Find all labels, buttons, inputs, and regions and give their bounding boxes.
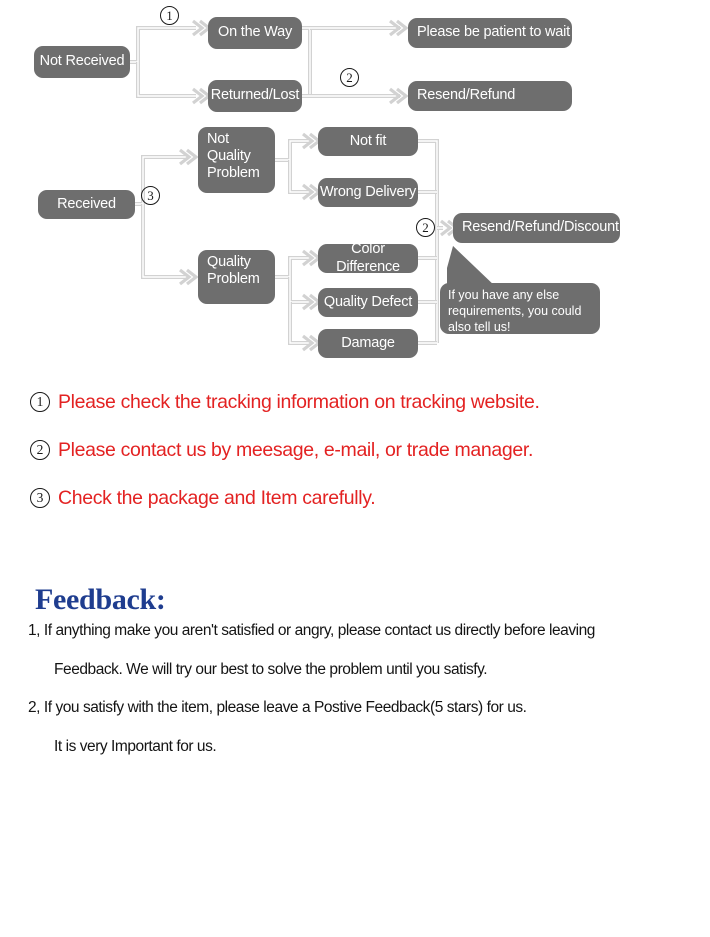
node-quality-problem[interactable]: Quality Problem: [198, 250, 275, 304]
list-item: 3 Check the package and Item carefully.: [30, 474, 690, 522]
feedback-section: Feedback: 1, If anything make you aren't…: [28, 583, 706, 754]
note-text-1: Please check the tracking information on…: [58, 390, 540, 413]
connector-notquality-children: [275, 139, 312, 194]
marker-two-right: 2: [416, 218, 435, 237]
node-resend-refund[interactable]: Resend/Refund: [408, 81, 572, 111]
note-number-1: 1: [30, 392, 50, 412]
numbered-instructions: 1 Please check the tracking information …: [30, 378, 690, 522]
node-not-quality-problem[interactable]: Not Quality Problem: [198, 127, 275, 193]
feedback-line-3: 2, If you satisfy with the item, please …: [28, 699, 527, 716]
node-quality-defect[interactable]: Quality Defect: [318, 288, 418, 317]
feedback-line-1: 1, If anything make you aren't satisfied…: [28, 622, 595, 639]
node-color-difference[interactable]: Color Difference: [318, 241, 418, 275]
marker-one-top: 1: [160, 6, 179, 25]
feedback-line-2: Feedback. We will try our best to solve …: [54, 660, 488, 678]
node-damage[interactable]: Damage: [318, 329, 418, 358]
return-policy-flowchart: .ln { stroke: #d2d2d2; stroke-width: 4; …: [0, 0, 710, 368]
note-text-2: Please contact us by meesage, e-mail, or…: [58, 438, 534, 461]
callout-bubble: If you have any else requirements, you c…: [440, 283, 600, 334]
feedback-line-4: It is very Important for us.: [54, 737, 217, 755]
node-not-fit[interactable]: Not fit: [318, 127, 418, 156]
node-on-the-way[interactable]: On the Way: [208, 17, 302, 49]
marker-two-top: 2: [340, 68, 359, 87]
connector-quality-children: [275, 256, 312, 345]
marker-three-left: 3: [141, 186, 160, 205]
node-returned-lost[interactable]: Returned/Lost: [208, 80, 302, 112]
node-received[interactable]: Received: [38, 190, 135, 219]
note-text-3: Check the package and Item carefully.: [58, 486, 376, 509]
node-please-be-patient[interactable]: Please be patient to wait: [408, 18, 572, 48]
note-number-2: 2: [30, 440, 50, 460]
list-item: 2 Please contact us by meesage, e-mail, …: [30, 426, 690, 474]
list-item: 1 Please check the tracking information …: [30, 378, 690, 426]
feedback-heading: Feedback:: [35, 583, 166, 616]
note-number-3: 3: [30, 488, 50, 508]
connector-received-split: [135, 155, 188, 279]
connector-not-received-split: [130, 26, 196, 98]
node-not-received[interactable]: Not Received: [34, 46, 130, 78]
node-wrong-delivery[interactable]: Wrong Delivery: [318, 178, 418, 207]
